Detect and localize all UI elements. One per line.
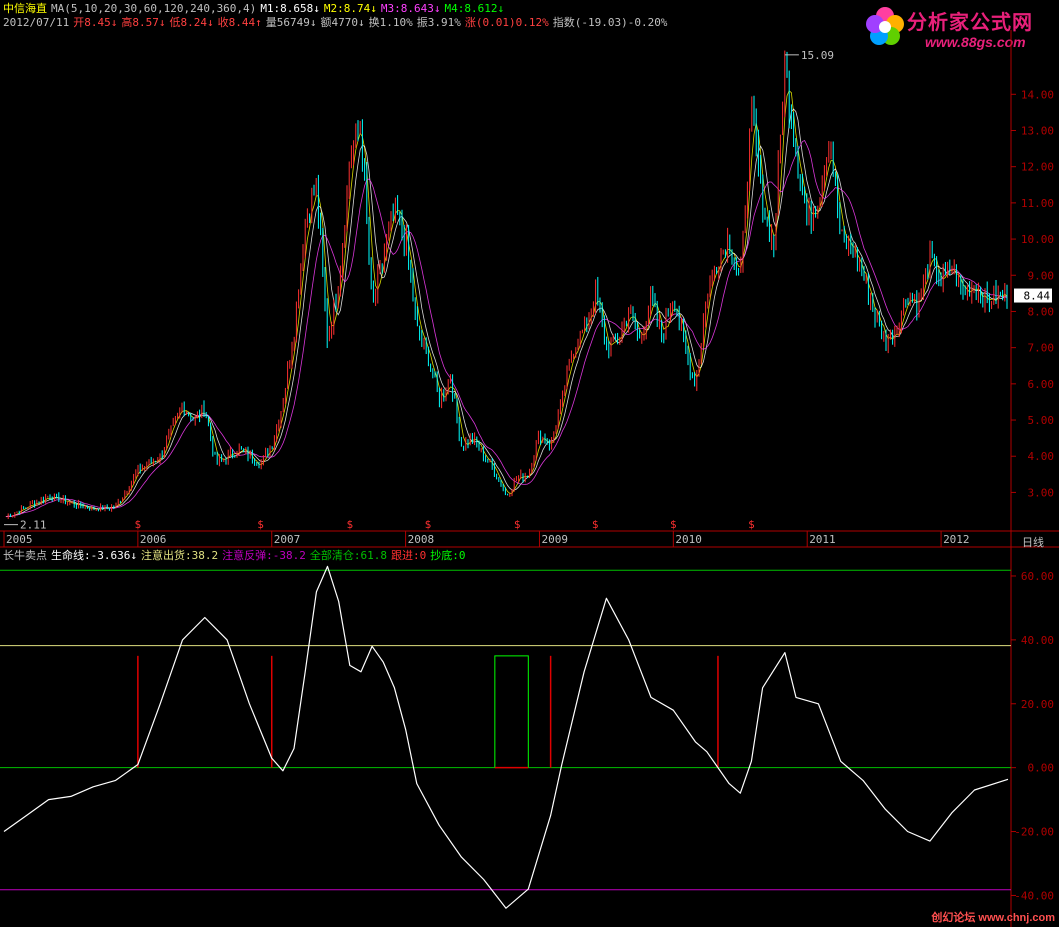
year-label: 2009 bbox=[541, 533, 568, 546]
year-label: 2008 bbox=[408, 533, 435, 546]
current-price-label: 8.44 bbox=[1024, 290, 1051, 303]
indicator-tick-label: -40.00 bbox=[1014, 889, 1054, 902]
price-tick-label: 10.00 bbox=[1021, 233, 1054, 246]
stock-chart-window: 中信海直 MA(5,10,20,30,60,120,240,360,4) M1:8.… bbox=[0, 0, 1059, 927]
indicator-tick-label: 40.00 bbox=[1021, 634, 1054, 647]
year-label: 2011 bbox=[809, 533, 836, 546]
year-label: 2005 bbox=[6, 533, 33, 546]
indicator-tick-label: 0.00 bbox=[1028, 762, 1055, 775]
indicator-tick-label: 60.00 bbox=[1021, 570, 1054, 583]
indicator-chart[interactable] bbox=[0, 565, 1011, 909]
buy-marker: $ bbox=[592, 518, 599, 531]
buy-marker: $ bbox=[257, 518, 264, 531]
year-label: 2010 bbox=[675, 533, 702, 546]
buy-marker: $ bbox=[514, 518, 521, 531]
indicator-title[interactable]: 长牛卖点 bbox=[3, 549, 47, 562]
indicator-legend: 长牛卖点 生命线:-3.636↓ 注意出货:38.2 注意反弹:-38.2 全部清仓:6… bbox=[3, 549, 469, 562]
buy-marker: $ bbox=[135, 518, 142, 531]
price-chart[interactable]: 15.09 2.11 $ $ $ $ $ $ $ $ bbox=[4, 49, 1008, 532]
price-tick-label: 7.00 bbox=[1028, 342, 1055, 355]
price-tick-label: 3.00 bbox=[1028, 486, 1055, 499]
price-tick-label: 14.00 bbox=[1021, 88, 1054, 101]
life-line bbox=[3, 565, 1009, 909]
price-tick-label: 6.00 bbox=[1028, 378, 1055, 391]
price-tick-label: 11.00 bbox=[1021, 197, 1054, 210]
price-tick-label: 4.00 bbox=[1028, 450, 1055, 463]
legend-life-line: 生命线:-3.636↓ bbox=[51, 549, 137, 562]
indicator-tick-label: 20.00 bbox=[1021, 698, 1054, 711]
buy-marker: $ bbox=[670, 518, 677, 531]
price-tick-label: 8.00 bbox=[1028, 305, 1055, 318]
price-annotation: 15.09 bbox=[801, 49, 834, 62]
moving-average-line bbox=[5, 139, 1008, 518]
period-label[interactable]: 日线 bbox=[1022, 534, 1044, 550]
indicator-tick-label: -20.00 bbox=[1014, 826, 1054, 839]
year-label: 2007 bbox=[274, 533, 301, 546]
legend-clear-all: 全部清仓:61.8 bbox=[309, 549, 387, 562]
buy-marker: $ bbox=[425, 518, 432, 531]
buy-marker: $ bbox=[347, 518, 354, 531]
legend-follow: 跟进:0 bbox=[390, 549, 427, 562]
price-tick-label: 5.00 bbox=[1028, 414, 1055, 427]
year-label: 2006 bbox=[140, 533, 167, 546]
legend-bottom-fish: 抄底:0 bbox=[430, 549, 466, 562]
chart-canvas: 15.09 2.11 $ $ $ $ $ $ $ $ 14.00 13.00 12.00 11.00 10… bbox=[0, 30, 1059, 927]
moving-average-line bbox=[5, 90, 1008, 518]
chart-frame bbox=[0, 30, 1059, 927]
year-label: 2012 bbox=[943, 533, 970, 546]
price-tick-label: 13.00 bbox=[1021, 124, 1054, 137]
bottom-fish-box bbox=[494, 655, 529, 768]
moving-average-line bbox=[5, 108, 1008, 518]
buy-marker: $ bbox=[748, 518, 755, 531]
footer-watermark: 创幻论坛 www.chnj.com bbox=[931, 912, 1055, 924]
legend-sell-warning: 注意出货:38.2 bbox=[140, 549, 219, 562]
legend-rebound-warning: 注意反弹:-38.2 bbox=[222, 549, 306, 562]
price-tick-label: 9.00 bbox=[1028, 269, 1055, 282]
price-annotation: 2.11 bbox=[20, 519, 47, 532]
price-tick-label: 12.00 bbox=[1021, 161, 1054, 174]
axes: 14.00 13.00 12.00 11.00 10.00 9.00 8.00 7.00 6.0… bbox=[3, 88, 1055, 902]
